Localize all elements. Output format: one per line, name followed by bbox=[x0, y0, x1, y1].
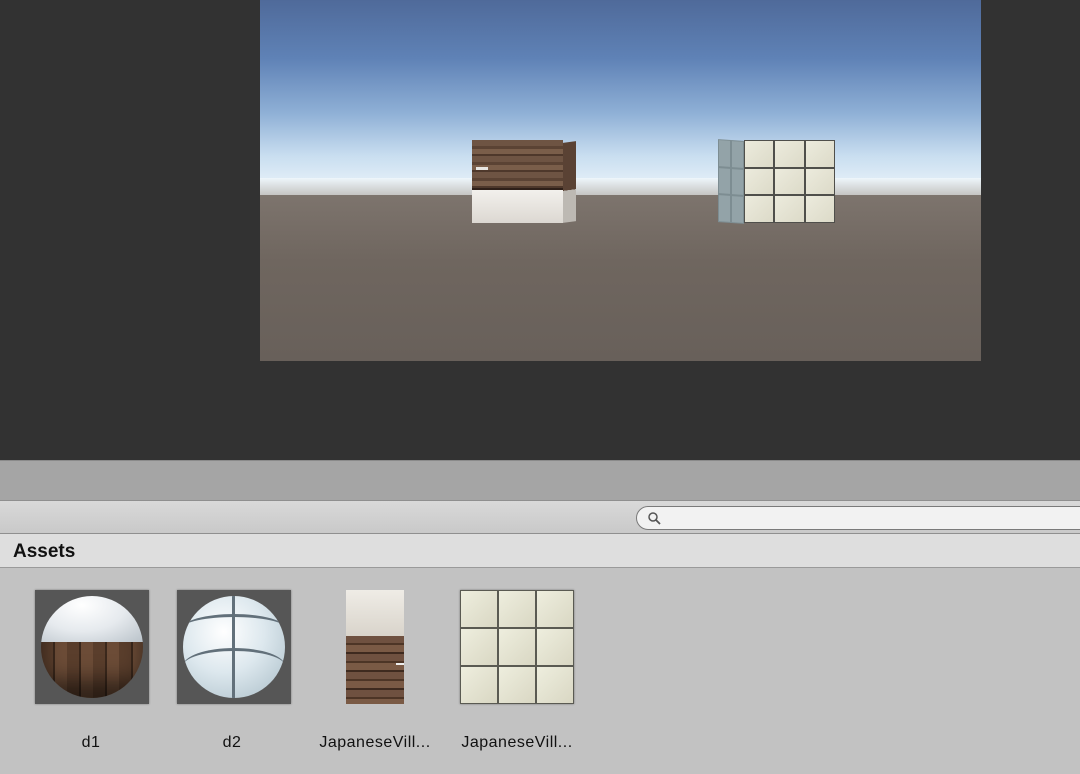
texture-wood-plaster-icon bbox=[318, 590, 432, 704]
search-icon bbox=[648, 512, 661, 525]
asset-label: JapaneseVill... bbox=[319, 734, 431, 751]
assets-panel-header: Assets bbox=[0, 534, 1080, 568]
skybox bbox=[260, 0, 981, 195]
panel-splitter[interactable] bbox=[0, 460, 1080, 500]
cube-tiles[interactable] bbox=[718, 139, 835, 224]
cube-side-face bbox=[563, 141, 576, 223]
asset-label: JapaneseVill... bbox=[461, 734, 573, 751]
cube-wood-plaster[interactable] bbox=[472, 140, 576, 223]
material-sphere-tile-icon bbox=[177, 590, 291, 704]
cube-side-face bbox=[718, 139, 744, 224]
asset-label: d1 bbox=[81, 734, 101, 751]
asset-grid: d1 d2 JapaneseVill... JapaneseVill... bbox=[0, 568, 1080, 774]
texture-tile-icon bbox=[460, 590, 574, 704]
search-input[interactable] bbox=[636, 506, 1080, 530]
project-toolbar bbox=[0, 500, 1080, 534]
scene-view[interactable] bbox=[0, 0, 1080, 460]
cube-front-face bbox=[472, 140, 563, 223]
ground-plane bbox=[260, 195, 981, 361]
cube-front-face bbox=[744, 140, 835, 223]
material-sphere-wood-plaster-icon bbox=[35, 590, 149, 704]
panel-title: Assets bbox=[13, 541, 76, 562]
game-viewport[interactable] bbox=[260, 0, 981, 361]
asset-label: d2 bbox=[222, 734, 242, 751]
